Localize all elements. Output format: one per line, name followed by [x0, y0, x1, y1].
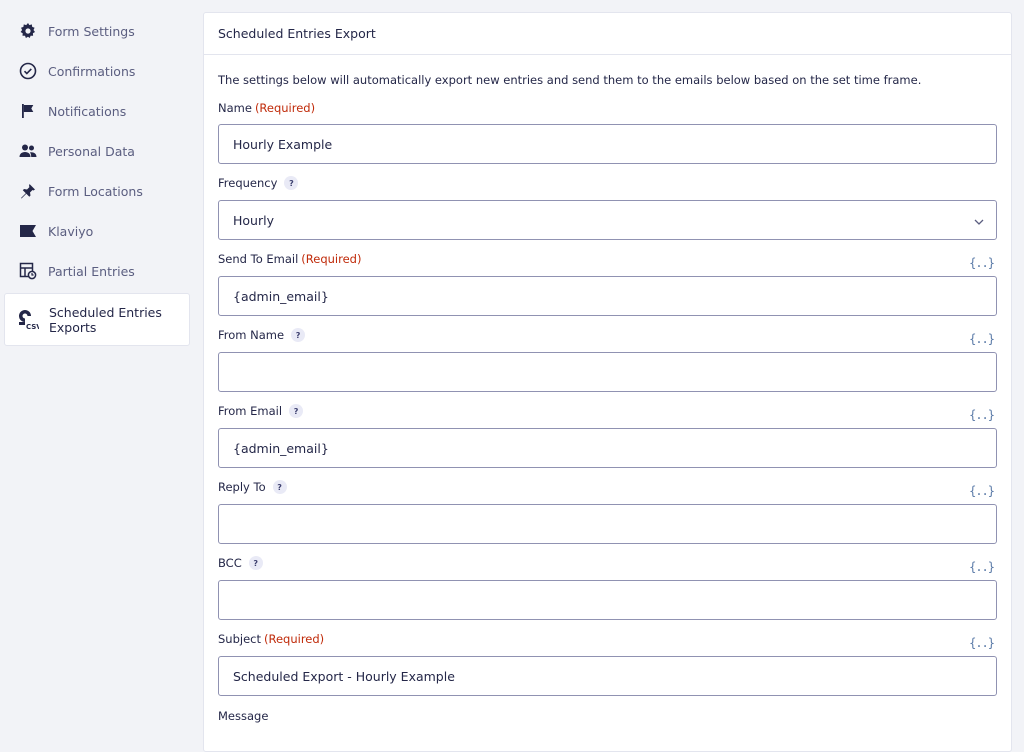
send-to-email-label-text: Send To Email [218, 252, 299, 266]
merge-tag-icon[interactable]: {..} [969, 408, 995, 422]
send-to-email-label: Send To Email (Required) [218, 252, 361, 266]
scheduled-export-panel: Scheduled Entries Export The settings be… [203, 12, 1012, 752]
subject-field[interactable]: Scheduled Export - Hourly Example [218, 656, 997, 696]
reply-to-label-text: Reply To [218, 480, 266, 494]
frequency-selected-value: Hourly [233, 212, 274, 228]
from-email-label: From Email ? [218, 404, 304, 418]
sidebar-item-label: Scheduled Entries Exports [49, 304, 162, 335]
sidebar-item-label: Notifications [48, 103, 127, 119]
bcc-field[interactable] [218, 580, 997, 620]
help-icon[interactable]: ? [248, 556, 263, 570]
help-icon[interactable]: ? [289, 404, 304, 418]
sidebar-item-label: Confirmations [48, 63, 136, 79]
panel-description: The settings below will automatically ex… [218, 73, 922, 87]
required-indicator: (Required) [264, 632, 325, 646]
panel-title: Scheduled Entries Export [204, 13, 1011, 55]
help-icon[interactable]: ? [284, 176, 299, 190]
help-icon[interactable]: ? [291, 328, 306, 342]
csv-export-icon: CSV [19, 309, 39, 331]
from-name-label: From Name ? [218, 328, 306, 342]
name-field[interactable]: Hourly Example [218, 124, 997, 164]
message-label: Message [218, 709, 268, 723]
flag-icon [18, 101, 38, 121]
chevron-down-icon [974, 215, 984, 230]
required-indicator: (Required) [254, 101, 316, 115]
reply-to-label: Reply To ? [218, 480, 287, 494]
merge-tag-icon[interactable]: {..} [969, 560, 995, 574]
send-to-email-field[interactable]: {admin_email} [218, 276, 997, 316]
frequency-label: Frequency ? [218, 176, 299, 190]
bcc-label: BCC ? [218, 556, 263, 570]
reply-to-field[interactable] [218, 504, 997, 544]
sidebar-item-notifications[interactable]: Notifications [4, 91, 190, 131]
partial-entries-icon [18, 261, 38, 281]
sidebar-item-personal-data[interactable]: Personal Data [4, 131, 190, 171]
from-name-label-text: From Name [218, 328, 285, 342]
pin-icon [18, 181, 38, 201]
sidebar-item-label: Form Settings [48, 23, 135, 39]
help-icon[interactable]: ? [272, 480, 287, 494]
sidebar-item-form-settings[interactable]: Form Settings [4, 11, 190, 51]
subject-label-text: Subject [218, 632, 261, 646]
subject-label: Subject (Required) [218, 632, 324, 646]
sidebar-item-form-locations[interactable]: Form Locations [4, 171, 190, 211]
klaviyo-flag-icon [18, 221, 38, 241]
frequency-select[interactable]: Hourly [218, 200, 997, 240]
svg-text:CSV: CSV [26, 323, 39, 331]
message-label-text: Message [218, 709, 269, 723]
users-icon [18, 141, 38, 161]
sidebar-item-klaviyo[interactable]: Klaviyo [4, 211, 190, 251]
merge-tag-icon[interactable]: {..} [969, 332, 995, 346]
from-name-field[interactable] [218, 352, 997, 392]
sidebar-item-confirmations[interactable]: Confirmations [4, 51, 190, 91]
merge-tag-icon[interactable]: {..} [969, 484, 995, 498]
gear-icon [18, 21, 38, 41]
from-email-field[interactable]: {admin_email} [218, 428, 997, 468]
bcc-label-text: BCC [218, 556, 242, 570]
frequency-label-text: Frequency [218, 176, 278, 190]
settings-sidebar: Form Settings Confirmations Notification… [0, 0, 200, 734]
merge-tag-icon[interactable]: {..} [969, 256, 995, 270]
name-label-text: Name [218, 101, 252, 115]
required-indicator: (Required) [301, 252, 362, 266]
sidebar-item-label: Personal Data [48, 143, 135, 159]
sidebar-item-partial-entries[interactable]: Partial Entries [4, 251, 190, 291]
sidebar-item-label: Partial Entries [48, 263, 135, 279]
sidebar-item-label: Form Locations [48, 183, 143, 199]
from-email-label-text: From Email [218, 404, 283, 418]
sidebar-item-scheduled-entries-exports[interactable]: CSV Scheduled Entries Exports [4, 293, 190, 346]
name-label: Name (Required) [218, 101, 315, 115]
sidebar-item-label: Klaviyo [48, 223, 94, 239]
merge-tag-icon[interactable]: {..} [969, 636, 995, 650]
check-circle-icon [18, 61, 38, 81]
